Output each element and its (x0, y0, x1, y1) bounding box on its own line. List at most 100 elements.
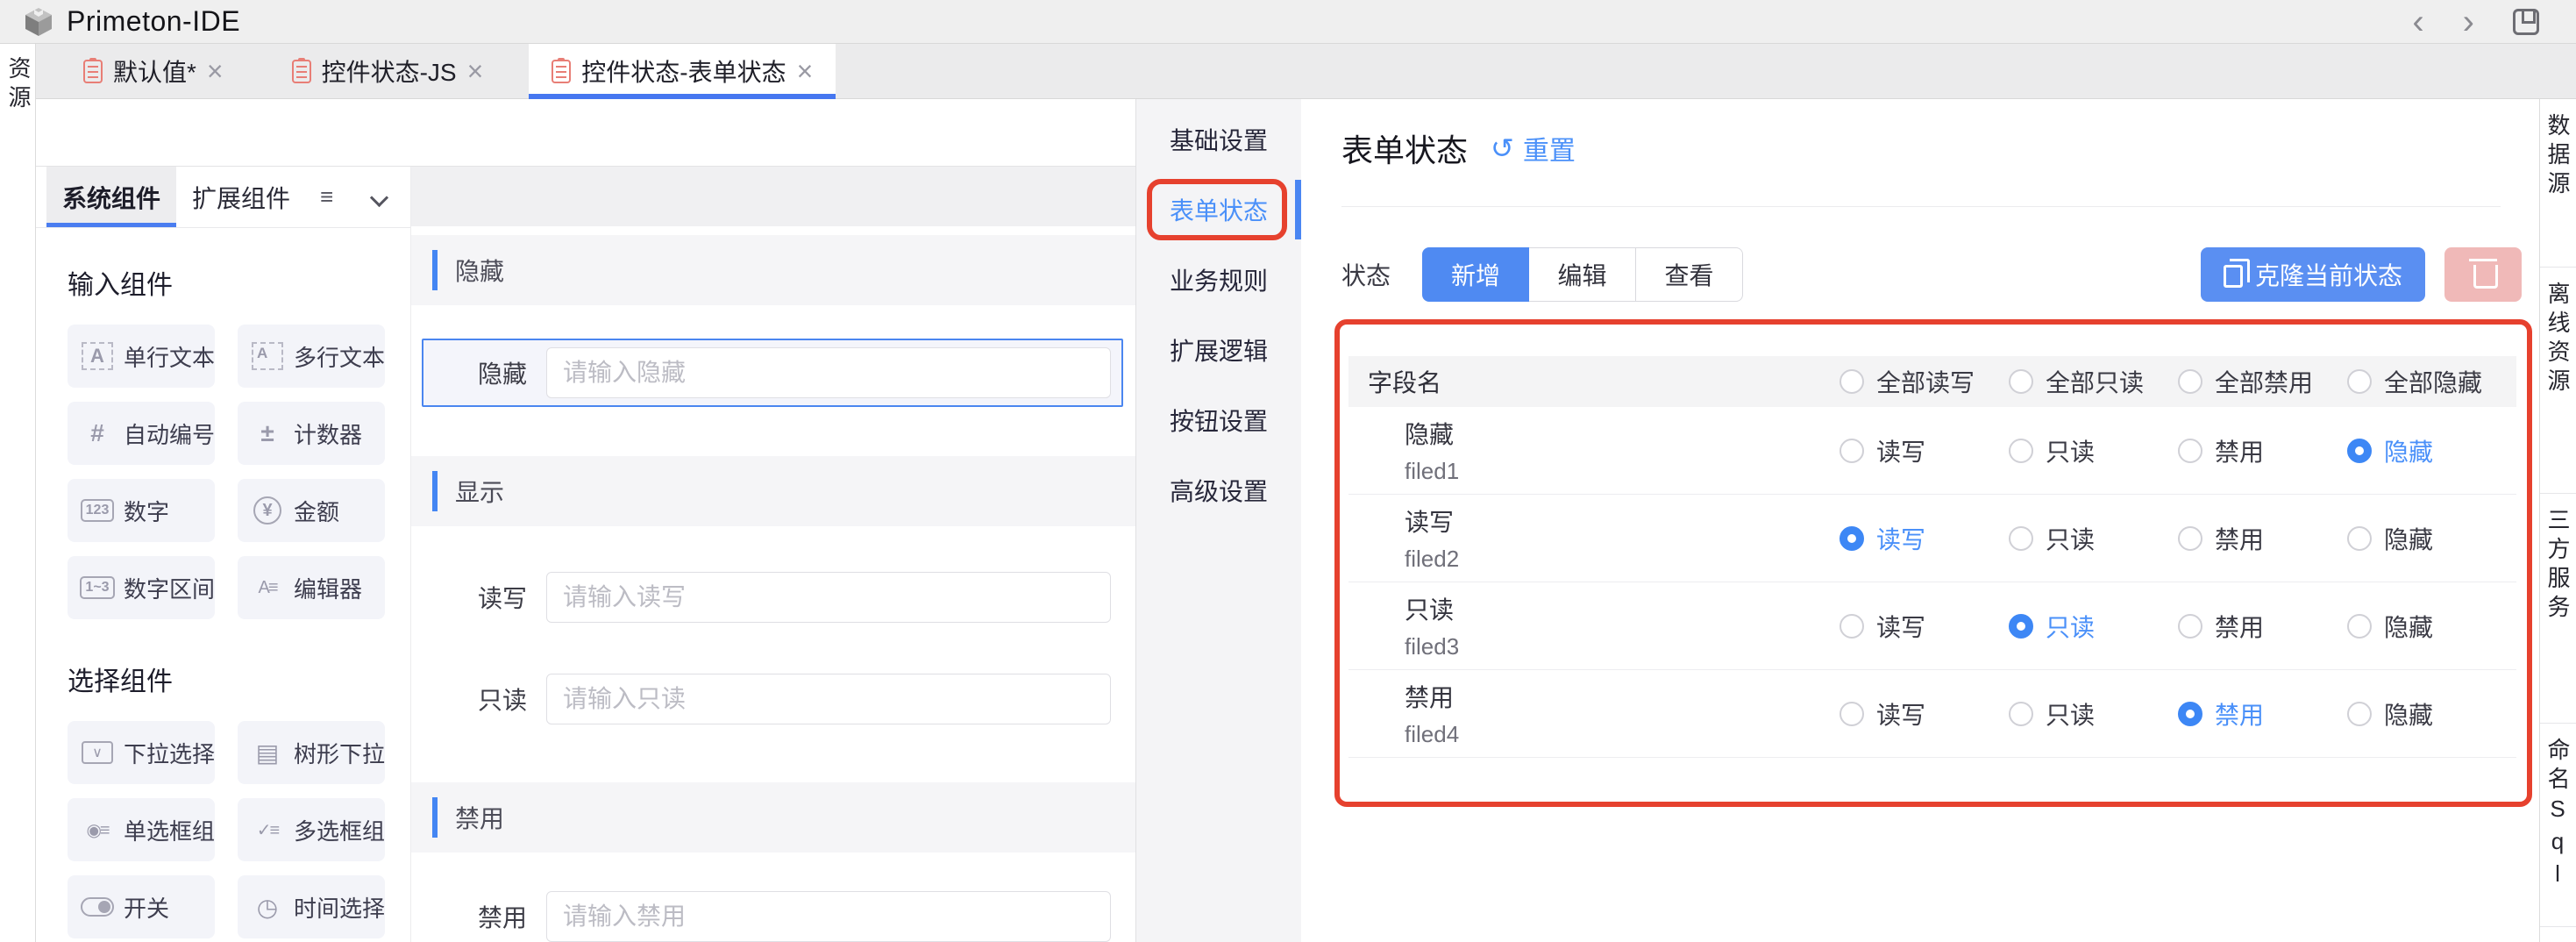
section-bar-display[interactable]: 显示 (411, 456, 1135, 526)
menu-item-business-rules[interactable]: 业务规则 (1136, 245, 1301, 315)
form-field-disabled[interactable]: 禁用 (422, 882, 1123, 942)
component-label: 计数器 (294, 417, 362, 450)
section-bar-disabled[interactable]: 禁用 (411, 782, 1135, 853)
designer-toolbar (36, 99, 1135, 167)
input-component-grid: A 单行文本 A 多行文本 # 自动编号 ± 计数器 123 数字 ¥ 金额 (68, 325, 391, 619)
close-icon[interactable]: × (797, 57, 814, 85)
row-field-cell: 隐藏 filed1 (1348, 416, 1839, 485)
component-card-counter[interactable]: ± 计数器 (238, 402, 385, 465)
section-accent (432, 471, 438, 511)
close-icon[interactable]: × (207, 57, 224, 85)
state-option-edit[interactable]: 编辑 (1529, 247, 1636, 302)
component-card-auto-number[interactable]: # 自动编号 (68, 402, 215, 465)
tab-label: 扩展组件 (192, 180, 290, 215)
tab-extension-components[interactable]: 扩展组件 (176, 167, 306, 227)
menu-label: 扩展逻辑 (1170, 332, 1268, 368)
bulk-option-all-readwrite[interactable]: 全部读写 (1839, 364, 2009, 399)
radio-icon (2347, 369, 2372, 394)
component-label: 时间选择 (294, 891, 385, 924)
menu-item-advanced-settings[interactable]: 高级设置 (1136, 455, 1301, 525)
table-row: 禁用 filed4 读写 只读 禁用 隐藏 (1348, 670, 2516, 758)
bulk-option-all-hidden[interactable]: 全部隐藏 (2347, 364, 2516, 399)
canvas-header-band (411, 167, 1135, 226)
radio-icon (1839, 702, 1864, 726)
tab-default-values[interactable]: 默认值* × (60, 44, 246, 98)
rail-item-offline-resources[interactable]: 离线资源 (2540, 268, 2576, 494)
currency-icon: ¥ (253, 496, 281, 525)
menu-item-button-settings[interactable]: 按钮设置 (1136, 385, 1301, 455)
radio-readonly[interactable]: 只读 (2009, 433, 2178, 468)
radio-readonly[interactable]: 只读 (2009, 696, 2178, 731)
radio-icon (2009, 439, 2033, 463)
radio-icon (2009, 702, 2033, 726)
disabled-field-input[interactable] (546, 891, 1111, 942)
nav-back-icon[interactable]: ‹ (2412, 4, 2423, 39)
hidden-field-input[interactable] (546, 347, 1111, 398)
radio-readwrite[interactable]: 读写 (1839, 433, 2009, 468)
component-card-number-range[interactable]: 1~3 数字区间 (68, 556, 215, 619)
component-card-tree-dropdown[interactable]: ▤ 树形下拉 (238, 721, 385, 784)
radio-disabled[interactable]: 禁用 (2178, 609, 2347, 644)
resource-rail[interactable]: 资源 (0, 44, 36, 942)
radio-icon (2009, 369, 2033, 394)
radio-hidden[interactable]: 隐藏 (2347, 433, 2516, 468)
delete-state-button[interactable] (2444, 247, 2522, 302)
clone-current-state-button[interactable]: 克隆当前状态 (2201, 247, 2425, 302)
section-bar-hidden[interactable]: 隐藏 (411, 235, 1135, 305)
radio-disabled[interactable]: 禁用 (2178, 696, 2347, 731)
save-icon[interactable] (2513, 9, 2539, 35)
component-card-dropdown[interactable]: ∨ 下拉选择 (68, 721, 215, 784)
state-option-view[interactable]: 查看 (1636, 247, 1743, 302)
bulk-option-all-readonly[interactable]: 全部只读 (2009, 364, 2178, 399)
component-card-checkbox-group[interactable]: ✓≡ 多选框组 (238, 798, 385, 861)
form-field-hidden[interactable]: 隐藏 (422, 339, 1123, 407)
radio-hidden[interactable]: 隐藏 (2347, 521, 2516, 556)
component-card-switch[interactable]: 开关 (68, 875, 215, 938)
page-title: 表单状态 (1341, 125, 1468, 171)
component-card-multi-line-text[interactable]: A 多行文本 (238, 325, 385, 388)
readonly-field-input[interactable] (546, 674, 1111, 724)
radio-icon (2347, 614, 2372, 639)
component-card-radio-group[interactable]: ◉≡ 单选框组 (68, 798, 215, 861)
field-code: filed2 (1405, 546, 1839, 573)
rail-item-third-party-services[interactable]: 三方服务 (2540, 494, 2576, 724)
bulk-option-all-disabled[interactable]: 全部禁用 (2178, 364, 2347, 399)
select-component-grid: ∨ 下拉选择 ▤ 树形下拉 ◉≡ 单选框组 ✓≡ 多选框组 开关 ◷ 时间选择 (68, 721, 391, 942)
state-option-add[interactable]: 新增 (1422, 247, 1529, 302)
radio-readonly[interactable]: 只读 (2009, 521, 2178, 556)
resource-rail-label: 资源 (0, 56, 35, 114)
radio-readwrite[interactable]: 读写 (1839, 521, 2009, 556)
rail-item-named-sql[interactable]: 命名Sql (2540, 724, 2576, 927)
readwrite-field-input[interactable] (546, 572, 1111, 623)
radio-disabled[interactable]: 禁用 (2178, 521, 2347, 556)
tab-widget-state-js[interactable]: 控件状态-JS × (269, 44, 507, 98)
nav-forward-icon[interactable]: › (2463, 4, 2474, 39)
component-label: 下拉选择 (124, 737, 215, 769)
form-field-readonly[interactable]: 只读 (422, 665, 1123, 733)
component-card-currency[interactable]: ¥ 金额 (238, 479, 385, 542)
tab-widget-state-form-state[interactable]: 控件状态-表单状态 × (529, 44, 836, 98)
component-card-time-picker[interactable]: ◷ 时间选择 (238, 875, 385, 938)
component-list-icon[interactable]: ≡ (320, 183, 333, 211)
menu-item-extension-logic[interactable]: 扩展逻辑 (1136, 315, 1301, 385)
menu-item-basic-settings[interactable]: 基础设置 (1136, 104, 1301, 175)
radio-readwrite[interactable]: 读写 (1839, 609, 2009, 644)
component-card-single-line-text[interactable]: A 单行文本 (68, 325, 215, 388)
chevron-down-icon[interactable] (372, 189, 389, 206)
component-card-number[interactable]: 123 数字 (68, 479, 215, 542)
radio-hidden[interactable]: 隐藏 (2347, 609, 2516, 644)
document-icon (551, 60, 571, 83)
reset-button[interactable]: ↺ 重置 (1491, 129, 1576, 168)
form-field-readwrite[interactable]: 读写 (422, 563, 1123, 632)
radio-hidden[interactable]: 隐藏 (2347, 696, 2516, 731)
close-icon[interactable]: × (467, 57, 484, 85)
menu-item-form-state[interactable]: 表单状态 (1136, 175, 1301, 245)
tab-system-components[interactable]: 系统组件 (46, 167, 176, 227)
rail-item-data-source[interactable]: 数据源 (2540, 99, 2576, 268)
radio-disabled[interactable]: 禁用 (2178, 433, 2347, 468)
radio-readonly[interactable]: 只读 (2009, 609, 2178, 644)
component-label: 开关 (124, 891, 169, 924)
component-card-editor[interactable]: A≡ 编辑器 (238, 556, 385, 619)
radio-readwrite[interactable]: 读写 (1839, 696, 2009, 731)
rail-label: 三方服务 (2542, 508, 2574, 723)
